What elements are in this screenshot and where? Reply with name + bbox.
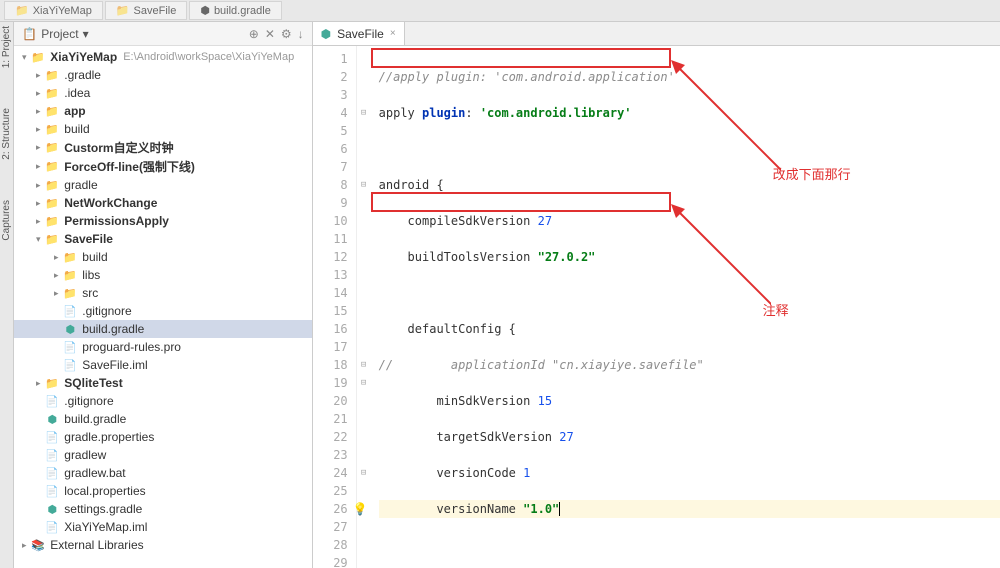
tree-item[interactable]: ▸📁.gradle [14, 66, 311, 84]
sidebar-tab-structure[interactable]: 2: Structure [1, 108, 12, 160]
tree-item[interactable]: 📄.gitignore [14, 392, 311, 410]
project-header-title: Project [41, 27, 78, 41]
tree-item[interactable]: ▸📁app [14, 102, 311, 120]
tree-item[interactable]: ▸📚External Libraries [14, 536, 311, 554]
left-tool-strip: 1: Project 2: Structure Captures [0, 22, 14, 568]
line-gutter: 1234567891011121314151617181920212223242… [313, 46, 357, 568]
fold-gutter[interactable]: ⊟⊟⊟⊟⊟ [357, 46, 371, 568]
tree-item[interactable]: ⬢build.gradle [14, 410, 311, 428]
code-area[interactable]: //apply plugin: 'com.android.application… [371, 46, 1000, 568]
annotation-text-1: 改成下面那行 [773, 164, 851, 183]
tree-item[interactable]: 📄local.properties [14, 482, 311, 500]
tree-item[interactable]: 📄XiaYiYeMap.iml [14, 518, 311, 536]
project-header: 📋Project ▾ ⊕ ✕ ⚙ ↓ [14, 22, 311, 46]
tree-item[interactable]: 📄gradlew.bat [14, 464, 311, 482]
tree-item[interactable]: ▾📁SaveFile [14, 230, 311, 248]
tree-item[interactable]: 📄.gitignore [14, 302, 311, 320]
tree-item[interactable]: ▸📁SQliteTest [14, 374, 311, 392]
gradle-icon: ⬢ [321, 27, 331, 41]
project-tree[interactable]: ▾📁XiaYiYeMapE:\Android\workSpace\XiaYiYe… [14, 46, 311, 568]
annotation-text-2: 注释 [763, 300, 789, 319]
tree-item[interactable]: ▸📁NetWorkChange [14, 194, 311, 212]
top-tab-project[interactable]: 📁XiaYiYeMap [4, 1, 103, 20]
editor-body[interactable]: 1234567891011121314151617181920212223242… [313, 46, 1000, 568]
tree-item[interactable]: ⬢build.gradle [14, 320, 311, 338]
tree-item[interactable]: ▸📁gradle [14, 176, 311, 194]
project-hide-icon[interactable]: ↓ [298, 27, 304, 41]
editor-tabs: ⬢ SaveFile × [313, 22, 1000, 46]
top-tab-buildgradle[interactable]: ⬢build.gradle [189, 1, 281, 20]
tree-item[interactable]: ▸📁PermissionsApply [14, 212, 311, 230]
project-expand-icon[interactable]: ⊕ [249, 27, 259, 41]
editor-panel: ⬢ SaveFile × 123456789101112131415161718… [313, 22, 1000, 568]
project-settings-icon[interactable]: ⚙ [281, 27, 292, 41]
tree-item[interactable]: ▸📁build [14, 120, 311, 138]
tree-item[interactable]: ⬢settings.gradle [14, 500, 311, 518]
tree-item[interactable]: ▸📁ForceOff-line(强制下线) [14, 157, 311, 176]
top-tabs: 📁XiaYiYeMap 📁SaveFile ⬢build.gradle [0, 0, 1000, 22]
project-collapse-icon[interactable]: ✕ [265, 27, 275, 41]
tree-item[interactable]: ▸📁src [14, 284, 311, 302]
tree-item[interactable]: ▾📁XiaYiYeMapE:\Android\workSpace\XiaYiYe… [14, 48, 311, 66]
tree-item[interactable]: 📄gradle.properties [14, 428, 311, 446]
sidebar-tab-project[interactable]: 1: Project [1, 26, 12, 68]
sidebar-tab-captures[interactable]: Captures [1, 200, 12, 241]
tree-item[interactable]: 📄gradlew [14, 446, 311, 464]
project-panel: 📋Project ▾ ⊕ ✕ ⚙ ↓ ▾📁XiaYiYeMapE:\Androi… [14, 22, 312, 568]
top-tab-savefile[interactable]: 📁SaveFile [105, 1, 188, 20]
editor-tab-savefile[interactable]: ⬢ SaveFile × [313, 22, 405, 45]
tree-item[interactable]: ▸📁.idea [14, 84, 311, 102]
tree-item[interactable]: ▸📁build [14, 248, 311, 266]
close-icon[interactable]: × [390, 28, 396, 39]
tree-item[interactable]: 📄SaveFile.iml [14, 356, 311, 374]
tree-item[interactable]: ▸📁libs [14, 266, 311, 284]
intention-bulb-icon[interactable]: 💡 [353, 500, 368, 518]
tree-item[interactable]: 📄proguard-rules.pro [14, 338, 311, 356]
tree-item[interactable]: ▸📁Custorm自定义时钟 [14, 138, 311, 157]
